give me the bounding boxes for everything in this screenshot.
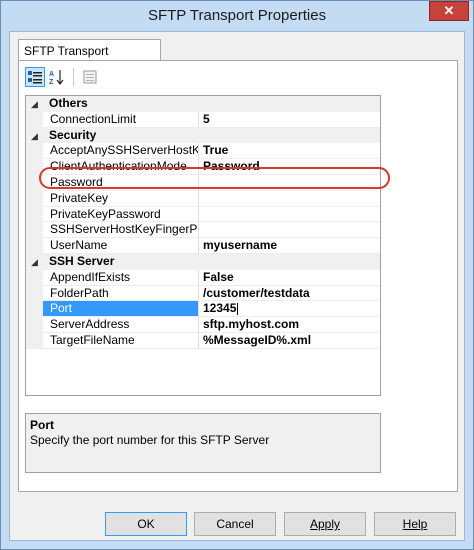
property-name[interactable]: AppendIfExists bbox=[43, 269, 199, 286]
window-title: SFTP Transport Properties bbox=[147, 7, 327, 24]
row-margin bbox=[26, 285, 43, 302]
property-pages-button[interactable] bbox=[80, 67, 100, 87]
row-margin bbox=[26, 317, 43, 333]
property-value-text: True bbox=[203, 143, 229, 158]
property-value[interactable]: False bbox=[199, 270, 380, 286]
property-value[interactable]: 5 bbox=[199, 112, 380, 128]
property-value-text: myusername bbox=[203, 238, 278, 253]
help-button[interactable]: Help bbox=[374, 512, 456, 536]
categorized-icon bbox=[28, 71, 42, 84]
category-margin: ◢ bbox=[26, 127, 43, 144]
property-value[interactable]: myusername bbox=[199, 238, 380, 254]
description-text: Specify the port number for this SFTP Se… bbox=[30, 433, 270, 447]
property-name[interactable]: ServerAddress bbox=[43, 317, 199, 333]
description-title: Port bbox=[30, 418, 54, 432]
property-name[interactable]: PrivateKey bbox=[43, 190, 199, 207]
property-name[interactable]: Port bbox=[43, 301, 199, 318]
grid-property-row[interactable]: Port 12345 bbox=[26, 301, 380, 318]
svg-text:A: A bbox=[49, 71, 54, 78]
grid-property-row[interactable]: ServerAddress sftp.myhost.com bbox=[26, 317, 380, 333]
dialog-client-area: SFTP Transport Properties A bbox=[9, 31, 465, 541]
toolbar-separator bbox=[73, 68, 74, 86]
property-name[interactable]: PrivateKeyPassword bbox=[43, 206, 199, 223]
collapse-arrow-icon[interactable]: ◢ bbox=[31, 257, 38, 268]
grid-category-row[interactable]: ◢ SSH Server bbox=[26, 254, 380, 270]
text-caret bbox=[237, 303, 239, 316]
collapse-arrow-icon[interactable]: ◢ bbox=[31, 131, 38, 142]
property-name[interactable]: ConnectionLimit bbox=[43, 111, 199, 128]
property-name[interactable]: FolderPath bbox=[43, 285, 199, 302]
row-margin bbox=[26, 111, 43, 128]
property-value[interactable]: True bbox=[199, 143, 380, 160]
property-name[interactable]: SSHServerHostKeyFingerPrint bbox=[43, 222, 199, 239]
grid-property-row[interactable]: AppendIfExists False bbox=[26, 269, 380, 286]
collapse-arrow-icon[interactable]: ◢ bbox=[31, 99, 38, 110]
password-highlight-ring bbox=[39, 167, 390, 189]
property-value[interactable]: sftp.myhost.com bbox=[199, 317, 380, 333]
property-name[interactable]: AcceptAnySSHServerHostKey bbox=[43, 143, 199, 160]
row-margin bbox=[26, 269, 43, 286]
row-margin bbox=[26, 333, 43, 349]
alphabetical-icon: A Z bbox=[49, 70, 64, 85]
category-label: Others bbox=[43, 96, 380, 112]
property-value-text: 5 bbox=[203, 111, 210, 126]
property-value[interactable] bbox=[199, 222, 380, 239]
grid-property-row[interactable]: PrivateKeyPassword bbox=[26, 206, 380, 223]
apply-button[interactable]: Apply bbox=[284, 512, 366, 536]
title-bar[interactable]: SFTP Transport Properties ✕ bbox=[1, 1, 473, 31]
property-value[interactable]: /customer/testdata bbox=[199, 286, 380, 302]
row-margin bbox=[26, 301, 43, 318]
tab-sftp-transport-properties[interactable]: SFTP Transport Properties bbox=[18, 39, 161, 72]
description-panel: Port Specify the port number for this SF… bbox=[25, 413, 381, 473]
row-margin bbox=[26, 143, 43, 160]
cancel-button[interactable]: Cancel bbox=[194, 512, 276, 536]
property-value[interactable]: 12345 bbox=[199, 301, 380, 318]
row-margin bbox=[26, 222, 43, 239]
row-margin bbox=[26, 190, 43, 207]
property-value-text: 12345 bbox=[203, 301, 237, 316]
grid-property-row[interactable]: PrivateKey bbox=[26, 190, 380, 207]
property-name[interactable]: TargetFileName bbox=[43, 333, 199, 349]
grid-property-row[interactable]: TargetFileName %MessageID%.xml bbox=[26, 333, 380, 349]
property-value[interactable] bbox=[199, 191, 380, 207]
categorized-button[interactable] bbox=[25, 67, 45, 87]
property-name[interactable]: UserName bbox=[43, 238, 199, 254]
category-margin: ◢ bbox=[26, 254, 43, 270]
grid-property-row[interactable]: UserName myusername bbox=[26, 238, 380, 254]
close-icon: ✕ bbox=[443, 3, 455, 18]
svg-text:Z: Z bbox=[49, 79, 54, 85]
ok-button[interactable]: OK bbox=[105, 512, 187, 536]
property-pages-icon bbox=[83, 70, 97, 84]
grid-category-row[interactable]: ◢ Security bbox=[26, 127, 380, 144]
property-grid-toolbar: A Z bbox=[25, 67, 100, 87]
row-margin bbox=[26, 206, 43, 223]
alphabetical-button[interactable]: A Z bbox=[47, 67, 67, 87]
grid-property-row[interactable]: AcceptAnySSHServerHostKey True bbox=[26, 143, 380, 160]
grid-property-row[interactable]: FolderPath/customer/testdata bbox=[26, 285, 380, 302]
category-label: Security bbox=[43, 127, 380, 144]
property-grid[interactable]: ◢ Others ConnectionLimit 5 ◢ Security AcceptAn… bbox=[25, 95, 381, 396]
grid-category-row[interactable]: ◢ Others bbox=[26, 96, 380, 112]
category-label: SSH Server bbox=[43, 254, 380, 270]
property-value-text: False bbox=[203, 269, 234, 284]
dialog-buttons: OK Cancel Apply Help bbox=[10, 512, 466, 538]
property-value-text: sftp.myhost.com bbox=[203, 317, 300, 332]
property-value[interactable]: %MessageID%.xml bbox=[199, 333, 380, 349]
tab-panel: A Z ◢ Others ConnectionLimit 5 ◢ Securit… bbox=[18, 60, 458, 492]
close-button[interactable]: ✕ bbox=[429, 1, 469, 21]
category-margin: ◢ bbox=[26, 96, 43, 112]
property-value[interactable] bbox=[199, 207, 380, 223]
property-value-text: /customer/testdata bbox=[203, 285, 310, 300]
grid-property-row[interactable]: ConnectionLimit 5 bbox=[26, 111, 380, 128]
properties-dialog: SFTP Transport Properties ✕ SFTP Transpo… bbox=[0, 0, 474, 550]
grid-property-row[interactable]: SSHServerHostKeyFingerPrint bbox=[26, 222, 380, 239]
property-value-text: %MessageID%.xml bbox=[203, 333, 312, 347]
row-margin bbox=[26, 238, 43, 254]
